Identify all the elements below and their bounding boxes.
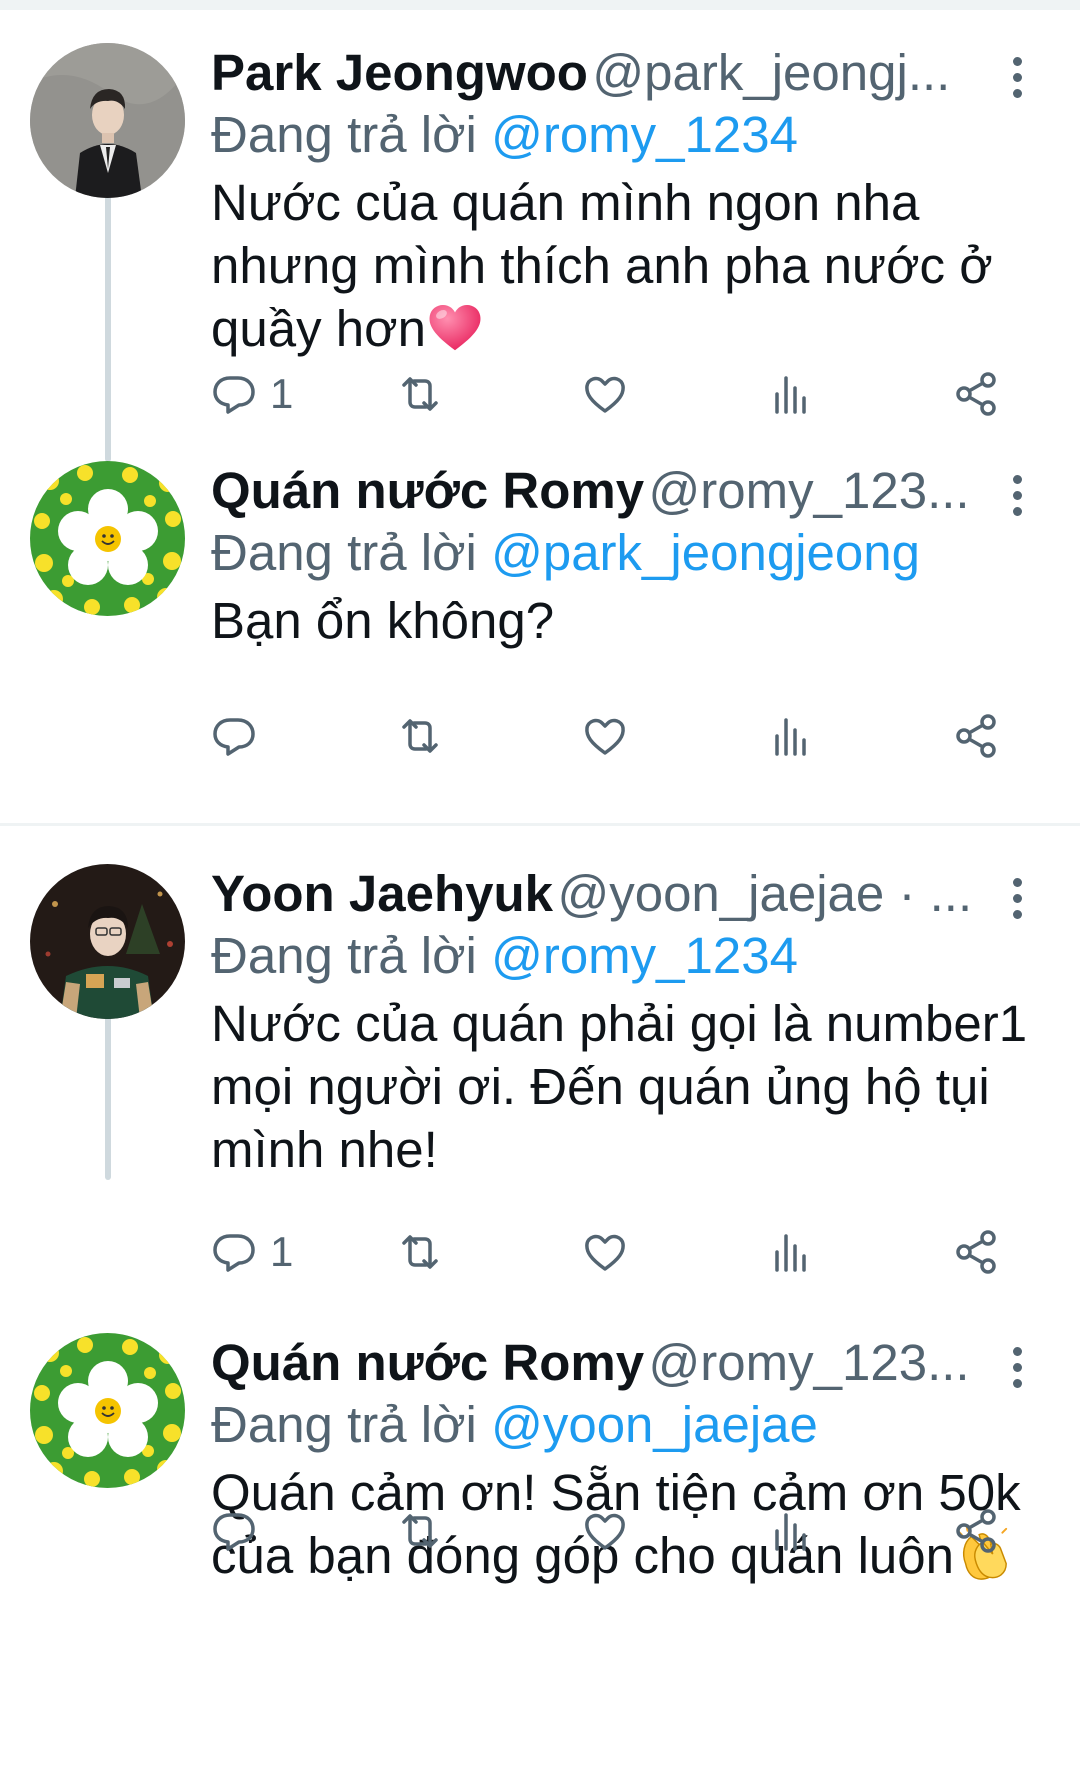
retweet-button[interactable] [396,1222,444,1282]
avatar[interactable] [30,461,185,616]
avatar[interactable] [30,1333,185,1488]
like-button[interactable] [581,706,629,766]
like-icon [585,376,625,413]
like-button[interactable] [581,1222,629,1282]
tweet-text: Bạn ổn không? [211,589,1031,652]
share-button[interactable] [952,706,1000,766]
reply-button[interactable] [210,706,270,766]
tweet-text-content: Nước của quán phải gọi là number1 mọi ng… [211,995,1028,1178]
reply-count: 1 [270,370,294,417]
tweet-actions [0,1501,1080,1561]
display-name[interactable]: Quán nước Romy [211,462,644,519]
views-button[interactable] [767,364,815,424]
like-icon [585,1513,625,1550]
tweet-text: Nước của quán phải gọi là number1 mọi ng… [211,992,1031,1181]
views-button[interactable] [767,1501,815,1561]
mention-link[interactable]: @park_jeongjeong [491,524,920,581]
views-button[interactable] [767,706,815,766]
retweet-button[interactable] [396,364,444,424]
share-icon [956,714,996,758]
share-icon [956,1509,996,1553]
reply-icon [213,376,255,414]
replying-to: Đang trả lời @romy_1234 [211,926,798,985]
retweet-icon [402,377,438,411]
reply-icon [213,1234,255,1272]
more-icon[interactable] [1002,878,1032,924]
tweet-text-content: Bạn ổn không? [211,592,555,649]
more-icon[interactable] [1002,57,1032,103]
retweet-button[interactable] [396,1501,444,1561]
share-button[interactable] [952,1501,1000,1561]
like-icon [585,1234,625,1271]
user-handle[interactable]: @romy_123... [649,1334,970,1391]
retweet-icon [402,1514,438,1548]
avatar[interactable] [30,864,185,1019]
user-handle[interactable]: @park_jeongj... [592,44,950,101]
avatar[interactable] [30,43,185,198]
tweet-header: Yoon Jaehyuk @yoon_jaejae · ... [211,864,981,924]
display-name[interactable]: Quán nước Romy [211,1334,644,1391]
tweet-actions [0,706,1080,766]
share-icon [956,1230,996,1274]
tweet-actions: 1 [0,364,1080,424]
views-icon [775,376,806,414]
user-handle[interactable]: @romy_123... [649,462,970,519]
replying-to: Đang trả lời @park_jeongjeong [211,523,920,582]
mention-link[interactable]: @romy_1234 [491,927,798,984]
replying-to-label: Đang trả lời [211,524,477,581]
replying-to: Đang trả lời @romy_1234 [211,105,798,164]
like-icon [585,718,625,755]
retweet-icon [402,1235,438,1269]
more-icon[interactable] [1002,1347,1032,1393]
more-icon[interactable] [1002,475,1032,521]
views-icon [775,1513,806,1551]
tweet-header: Park Jeongwoo @park_jeongj... [211,43,981,103]
views-icon [775,1234,806,1272]
share-button[interactable] [952,364,1000,424]
views-icon [775,718,806,756]
replying-to-label: Đang trả lời [211,1396,477,1453]
replying-to: Đang trả lời @yoon_jaejae [211,1395,818,1454]
share-icon [956,372,996,416]
top-divider [0,0,1080,10]
display-name[interactable]: Yoon Jaehyuk [211,865,553,922]
replying-to-label: Đang trả lời [211,927,477,984]
reply-button[interactable]: 1 [210,364,293,424]
heart-emoji [429,304,481,351]
retweet-button[interactable] [396,706,444,766]
like-button[interactable] [581,1501,629,1561]
reply-button[interactable] [210,1501,270,1561]
replying-to-label: Đang trả lời [211,106,477,163]
reply-icon [213,718,255,756]
thread-divider [0,823,1080,826]
mention-link[interactable]: @yoon_jaejae [491,1396,818,1453]
tweet-header: Quán nước Romy @romy_123... [211,1333,981,1393]
reply-button[interactable]: 1 [210,1222,293,1282]
views-button[interactable] [767,1222,815,1282]
tweet-actions: 1 [0,1222,1080,1282]
tweet-text: Nước của quán mình ngon nha nhưng mình t… [211,171,1031,360]
reply-icon [213,1513,255,1551]
tweet-header: Quán nước Romy @romy_123... [211,461,981,521]
display-name[interactable]: Park Jeongwoo [211,44,588,101]
user-handle[interactable]: @yoon_jaejae · ... [557,865,972,922]
share-button[interactable] [952,1222,1000,1282]
reply-count: 1 [270,1228,294,1275]
retweet-icon [402,719,438,753]
tweet-text-content: Nước của quán mình ngon nha nhưng mình t… [211,174,993,357]
mention-link[interactable]: @romy_1234 [491,106,798,163]
like-button[interactable] [581,364,629,424]
